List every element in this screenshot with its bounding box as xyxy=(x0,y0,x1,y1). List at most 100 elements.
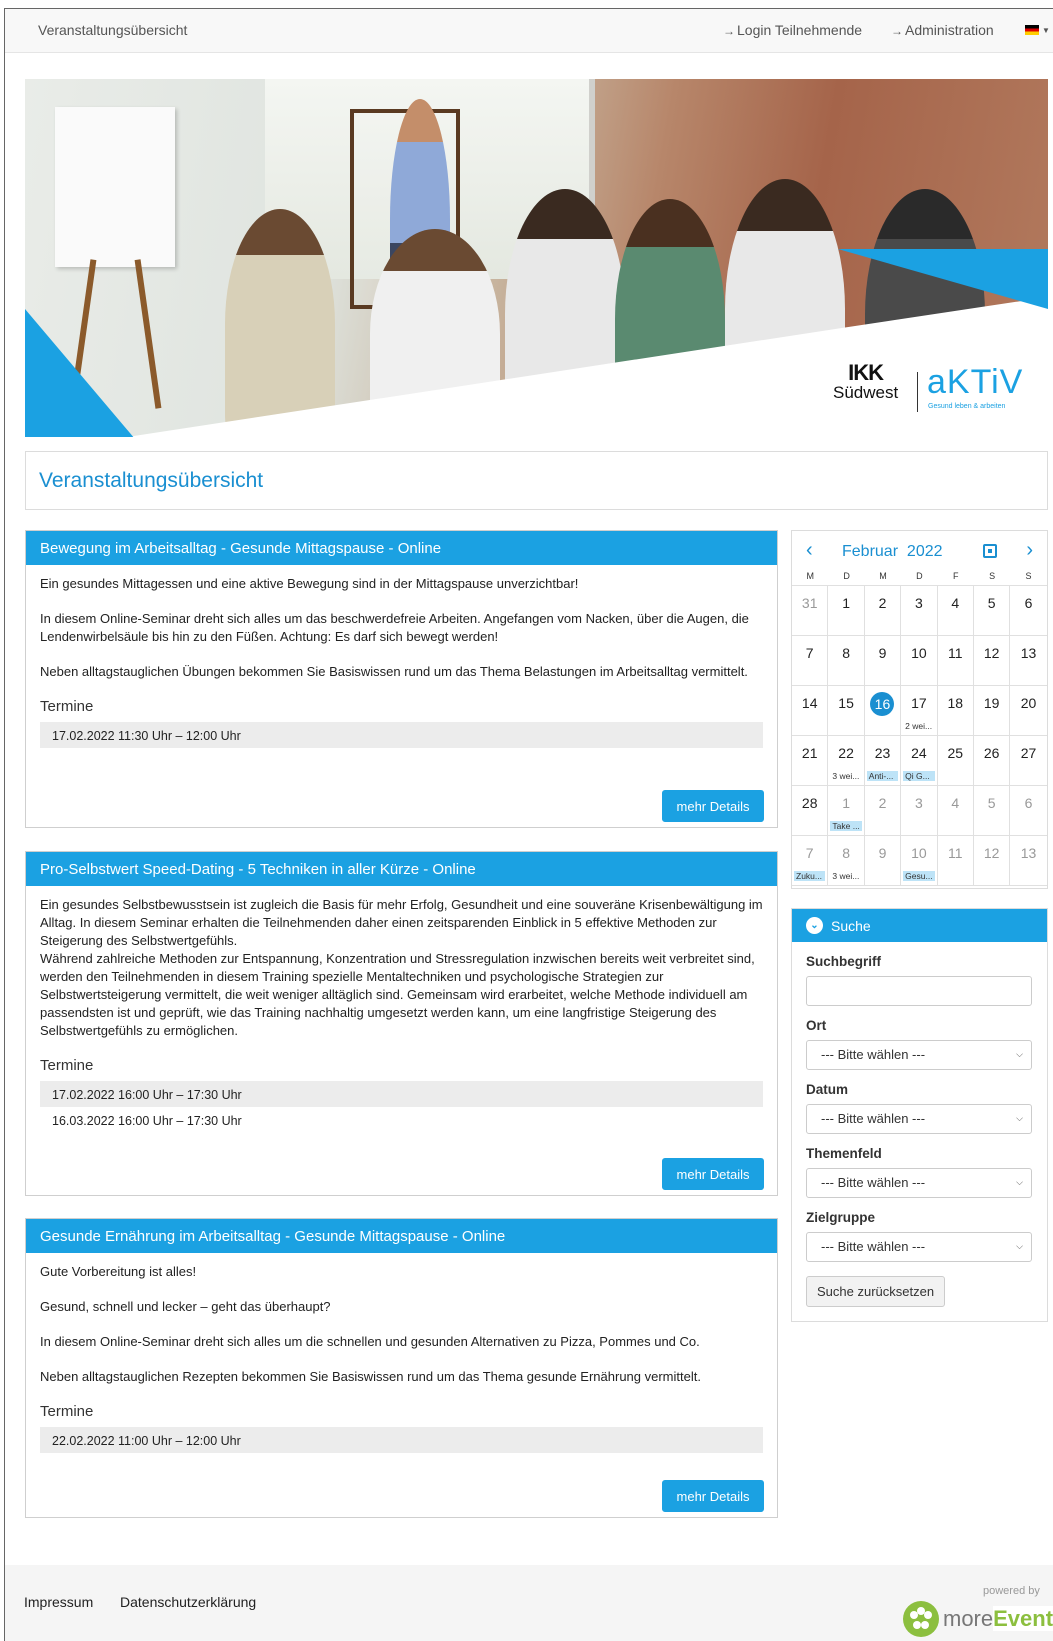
more-details-button[interactable]: mehr Details xyxy=(662,1480,764,1512)
more-details-button[interactable]: mehr Details xyxy=(662,1158,764,1190)
top-navbar: Veranstaltungsübersicht → Login Teilnehme… xyxy=(5,9,1053,53)
datenschutz-link[interactable]: Datenschutzerklärung xyxy=(120,1594,256,1610)
datum-select[interactable]: --- Bitte wählen --- ⌵ xyxy=(806,1104,1032,1134)
calendar-weekday: M xyxy=(806,571,814,581)
administration-link[interactable]: → Administration xyxy=(891,22,994,38)
login-participants-link[interactable]: → Login Teilnehmende xyxy=(723,22,862,38)
calendar-day[interactable]: 24 Qi G... xyxy=(901,736,938,786)
calendar-day[interactable]: 18 xyxy=(937,686,974,736)
calendar-day[interactable]: 2 xyxy=(864,786,902,836)
page-title-box: Veranstaltungsübersicht xyxy=(25,451,1048,510)
calendar-month-year[interactable]: Februar 2022 xyxy=(842,543,943,561)
calendar-day[interactable]: 28 xyxy=(792,786,829,836)
calendar-event-chip[interactable]: 3 wei... xyxy=(830,871,861,881)
calendar-day[interactable]: 20 xyxy=(1010,686,1047,736)
impressum-link[interactable]: Impressum xyxy=(24,1594,93,1610)
zielgruppe-select[interactable]: --- Bitte wählen --- ⌵ xyxy=(806,1232,1032,1262)
event-title[interactable]: Pro-Selbstwert Speed-Dating - 5 Technike… xyxy=(26,852,777,886)
calendar-day[interactable]: 7 xyxy=(792,636,829,686)
ort-select-value: --- Bitte wählen --- xyxy=(821,1047,926,1062)
reset-search-button[interactable]: Suche zurücksetzen xyxy=(806,1276,946,1307)
calendar-day[interactable]: 31 xyxy=(792,586,829,636)
calendar-day[interactable]: 22 3 wei... xyxy=(828,736,865,786)
calendar-day[interactable]: 23 Anti-... xyxy=(864,736,902,786)
calendar-day-number: 10 xyxy=(911,845,927,861)
calendar-day[interactable]: 12 xyxy=(973,836,1011,886)
navbar-brand[interactable]: Veranstaltungsübersicht xyxy=(38,22,187,38)
calendar-day[interactable]: 8 3 wei... xyxy=(828,836,865,886)
calendar-day[interactable]: 21 xyxy=(792,736,829,786)
calendar-day[interactable]: 7 Zuku... xyxy=(792,836,829,886)
calendar-day[interactable]: 10 Gesu... xyxy=(901,836,938,886)
calendar-day-number: 6 xyxy=(1024,595,1033,611)
calendar-day[interactable]: 1 Take ... xyxy=(828,786,865,836)
calendar-day-number: 4 xyxy=(951,595,960,611)
calendar-event-chip[interactable]: Qi G... xyxy=(903,771,935,781)
chevron-right-icon[interactable]: › xyxy=(1026,539,1033,562)
calendar-day[interactable]: 10 xyxy=(901,636,938,686)
calendar-day[interactable]: 11 xyxy=(937,836,974,886)
logo-divider xyxy=(917,372,918,412)
calendar-day[interactable]: 1 xyxy=(828,586,865,636)
calendar-day-number: 6 xyxy=(1024,795,1033,811)
termin-row: 22.02.2022 11:00 Uhr – 12:00 Uhr xyxy=(40,1427,763,1453)
calendar-day-number: 25 xyxy=(947,745,964,761)
calendar-day[interactable]: 4 xyxy=(937,786,974,836)
search-term-input[interactable] xyxy=(806,976,1032,1006)
calendar-day[interactable]: 19 xyxy=(973,686,1011,736)
more-details-button[interactable]: mehr Details xyxy=(662,790,764,822)
calendar-today-icon[interactable] xyxy=(983,544,997,558)
calendar-day[interactable]: 4 xyxy=(937,586,974,636)
calendar-day[interactable]: 3 xyxy=(901,586,938,636)
calendar-header: ‹ Februar 2022 › xyxy=(792,531,1047,571)
calendar-day[interactable]: 9 xyxy=(864,836,902,886)
event-title[interactable]: Bewegung im Arbeitsalltag - Gesunde Mitt… xyxy=(26,531,777,565)
calendar-day[interactable]: 8 xyxy=(828,636,865,686)
calendar-day-number: 16 xyxy=(870,692,895,716)
calendar-day[interactable]: 5 xyxy=(973,586,1011,636)
calendar-day[interactable]: 9 xyxy=(864,636,902,686)
calendar-day[interactable]: 17 2 wei... xyxy=(901,686,938,736)
calendar-day[interactable]: 6 xyxy=(1010,586,1047,636)
chevron-down-icon: ⌵ xyxy=(1016,1113,1023,1123)
calendar-day[interactable]: 26 xyxy=(973,736,1011,786)
datum-select-value: --- Bitte wählen --- xyxy=(821,1111,926,1126)
chevron-down-circle-icon: ⌄ xyxy=(806,917,823,934)
powered-by-label: powered by xyxy=(983,1585,1040,1597)
calendar-day[interactable]: 27 xyxy=(1010,736,1047,786)
calendar-event-chip[interactable]: Take ... xyxy=(830,821,862,831)
calendar-event-chip[interactable]: 3 wei... xyxy=(830,771,861,781)
calendar-event-chip[interactable]: 2 wei... xyxy=(903,721,934,731)
calendar-day[interactable]: 11 xyxy=(937,636,974,686)
event-paragraph: In diesem Online-Seminar dreht sich alle… xyxy=(40,611,749,644)
moreevent-logo[interactable]: moreEvent xyxy=(903,1601,1053,1637)
calendar-day[interactable]: 2 xyxy=(864,586,902,636)
calendar-day[interactable]: 13 xyxy=(1010,636,1047,686)
event-paragraph: In diesem Online-Seminar dreht sich alle… xyxy=(40,1334,700,1349)
search-header[interactable]: ⌄ Suche xyxy=(792,909,1047,942)
calendar-day-number: 4 xyxy=(951,795,960,811)
calendar-day-today[interactable]: 16 xyxy=(864,686,902,736)
calendar-day[interactable]: 13 xyxy=(1010,836,1047,886)
calendar-day[interactable]: 15 xyxy=(828,686,865,736)
calendar-day[interactable]: 14 xyxy=(792,686,829,736)
event-title[interactable]: Gesunde Ernährung im Arbeitsalltag - Ges… xyxy=(26,1219,777,1253)
calendar-day-number: 11 xyxy=(947,645,963,661)
chevron-left-icon[interactable]: ‹ xyxy=(806,539,813,562)
page-title: Veranstaltungsübersicht xyxy=(39,469,264,492)
calendar-day[interactable]: 6 xyxy=(1010,786,1047,836)
calendar-day[interactable]: 3 xyxy=(901,786,938,836)
calendar-event-chip[interactable]: Zuku... xyxy=(794,871,826,881)
calendar-weekday: D xyxy=(843,571,850,581)
themenfeld-select[interactable]: --- Bitte wählen --- ⌵ xyxy=(806,1168,1032,1198)
calendar-day-number: 5 xyxy=(987,795,996,811)
language-dropdown[interactable]: ▼ xyxy=(1025,25,1050,35)
calendar-weekday: S xyxy=(1025,571,1032,581)
calendar-day[interactable]: 5 xyxy=(973,786,1011,836)
calendar-day[interactable]: 12 xyxy=(973,636,1011,686)
calendar-event-chip[interactable]: Anti-... xyxy=(866,771,899,781)
calendar-event-chip[interactable]: Gesu... xyxy=(903,871,935,881)
calendar-day[interactable]: 25 xyxy=(937,736,974,786)
ort-select[interactable]: --- Bitte wählen --- ⌵ xyxy=(806,1040,1032,1070)
termine-heading: Termine xyxy=(40,1403,94,1420)
